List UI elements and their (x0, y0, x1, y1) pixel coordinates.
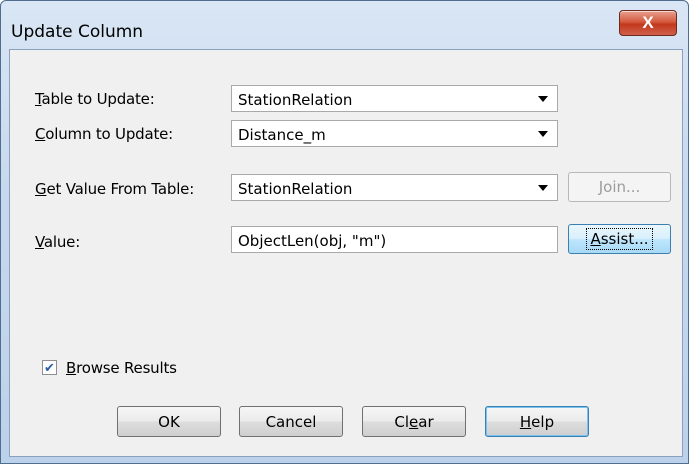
chevron-down-icon (538, 185, 548, 191)
column-to-update-label: Column to Update: (35, 125, 174, 143)
dialog-body: Table to Update: StationRelation Column … (9, 49, 683, 457)
value-input-text: ObjectLen(obj, "m") (238, 232, 387, 250)
close-button[interactable]: X (619, 10, 677, 36)
get-value-from-table-label: Get Value From Table: (35, 180, 195, 198)
table-to-update-select[interactable]: StationRelation (231, 85, 558, 112)
table-to-update-value: StationRelation (238, 91, 353, 109)
get-value-from-table-value: StationRelation (238, 180, 353, 198)
chevron-down-icon (538, 96, 548, 102)
update-column-dialog: Update Column X Table to Update: Station… (0, 0, 689, 464)
checkmark-icon: ✔ (44, 360, 55, 375)
chevron-down-icon (538, 131, 548, 137)
cancel-button[interactable]: Cancel (239, 406, 343, 437)
window-title: Update Column (11, 22, 144, 42)
get-value-from-table-select[interactable]: StationRelation (231, 174, 558, 201)
assist-button[interactable]: Assist... (568, 224, 671, 254)
browse-results-checkbox[interactable]: ✔ (42, 360, 57, 375)
value-input[interactable]: ObjectLen(obj, "m") (231, 226, 558, 253)
close-icon: X (642, 13, 654, 32)
column-to-update-select[interactable]: Distance_m (231, 120, 558, 147)
title-bar[interactable]: Update Column X (1, 1, 688, 49)
table-to-update-label: Table to Update: (35, 90, 155, 108)
column-to-update-value: Distance_m (238, 126, 326, 144)
browse-results-label: Browse Results (66, 359, 177, 377)
clear-button[interactable]: Clear (362, 406, 466, 437)
help-button[interactable]: Help (485, 406, 589, 437)
join-button[interactable]: Join... (568, 172, 671, 202)
value-label: Value: (35, 233, 81, 251)
ok-button[interactable]: OK (117, 406, 221, 437)
